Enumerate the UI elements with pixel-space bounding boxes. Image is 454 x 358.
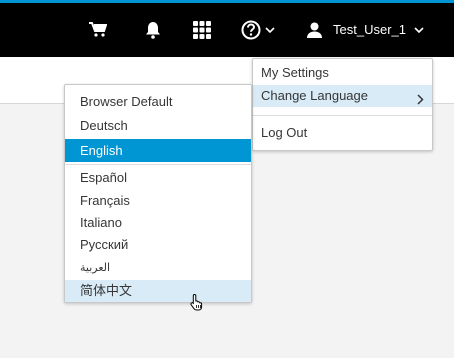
menu-divider [253, 115, 432, 116]
menu-item-my-settings[interactable]: My Settings [253, 62, 432, 84]
user-dropdown-menu: My Settings Change Language Log Out [252, 58, 433, 151]
language-option-italiano[interactable]: Italiano [65, 212, 251, 234]
language-submenu: Browser Default Deutsch English Español … [64, 84, 252, 303]
language-option-arabic[interactable]: العربية [65, 257, 251, 279]
menu-item-log-out[interactable]: Log Out [253, 122, 432, 144]
cart-icon[interactable] [86, 3, 110, 57]
language-option-simplified-chinese[interactable]: 简体中文 [65, 280, 251, 302]
help-icon[interactable] [240, 3, 262, 57]
top-navigation-bar: Test_User_1 [0, 0, 454, 57]
language-option-deutsch[interactable]: Deutsch [65, 115, 251, 137]
menu-item-change-language-label: Change Language [261, 88, 368, 103]
language-option-english[interactable]: English [65, 139, 251, 162]
language-option-espanol[interactable]: Español [65, 167, 251, 189]
user-chevron-down-icon[interactable] [413, 3, 425, 57]
language-option-francais[interactable]: Français [65, 190, 251, 212]
language-option-browser-default[interactable]: Browser Default [65, 91, 251, 113]
help-chevron-down-icon[interactable] [264, 3, 276, 57]
user-icon[interactable] [306, 3, 322, 57]
hand-pointer-cursor-icon [190, 293, 204, 316]
language-option-russian[interactable]: Русский [65, 234, 251, 256]
bell-icon[interactable] [142, 3, 164, 57]
chevron-right-icon [417, 90, 424, 112]
language-divider [65, 164, 251, 165]
menu-item-change-language[interactable]: Change Language [253, 85, 432, 107]
user-name[interactable]: Test_User_1 [333, 22, 406, 38]
apps-grid-icon[interactable] [192, 3, 212, 57]
